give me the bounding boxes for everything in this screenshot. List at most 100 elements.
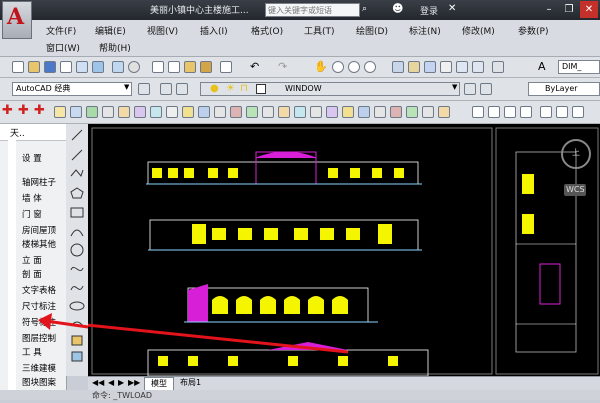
menu-item-stairs[interactable]: 楼梯其他: [22, 238, 66, 251]
drawing-canvas[interactable]: 上 WCS: [88, 124, 600, 376]
match-properties-icon[interactable]: [200, 61, 212, 73]
layer-properties-icon[interactable]: [160, 83, 172, 95]
arc-icon[interactable]: [70, 229, 84, 237]
elevation-drawing-1[interactable]: [146, 151, 422, 185]
tianzheng-tool-icon-25[interactable]: [390, 106, 402, 118]
design-center-icon[interactable]: [408, 61, 420, 73]
zoom-realtime-icon[interactable]: [332, 61, 344, 73]
tianzheng-tool-icon-11[interactable]: [166, 106, 178, 118]
line-icon[interactable]: [71, 129, 83, 141]
viewcube-top-label[interactable]: 上: [572, 147, 580, 158]
minimize-button[interactable]: –: [540, 1, 558, 18]
door-icon[interactable]: [70, 106, 82, 118]
menu-file[interactable]: 文件(F): [46, 24, 76, 37]
ellipse-arc-icon[interactable]: [70, 321, 84, 327]
menu-item-symbol[interactable]: 符号标注: [22, 316, 66, 329]
tianzheng-tool-icon-12[interactable]: [182, 106, 194, 118]
cut-icon[interactable]: [152, 61, 164, 73]
chevron-down-icon[interactable]: ▼: [124, 83, 129, 91]
section-drawing[interactable]: [515, 151, 577, 353]
menu-help[interactable]: 帮助(H): [99, 41, 131, 54]
print-icon[interactable]: [60, 61, 72, 73]
tianzheng-tool-icon-32[interactable]: [520, 106, 532, 118]
window-icon[interactable]: [86, 106, 98, 118]
menu-parametric[interactable]: 参数(P): [518, 24, 548, 37]
menu-tools[interactable]: 工具(T): [304, 24, 335, 37]
sheet-set-icon[interactable]: [440, 61, 452, 73]
redo-icon[interactable]: ↷: [278, 61, 290, 73]
tianzheng-tool-icon-35[interactable]: [572, 106, 584, 118]
menu-insert[interactable]: 插入(I): [200, 24, 228, 37]
polyline-icon[interactable]: [70, 169, 84, 178]
wcs-label[interactable]: WCS: [566, 185, 585, 194]
insert-block-icon[interactable]: [71, 335, 83, 346]
tianzheng-tool-icon-31[interactable]: [504, 106, 516, 118]
tianzheng-tool-icon-28[interactable]: [438, 106, 450, 118]
menu-item-axis-column[interactable]: 轴网柱子: [22, 176, 66, 189]
menu-draw[interactable]: 绘图(D): [356, 24, 388, 37]
design-feed-icon[interactable]: [128, 61, 140, 73]
command-line[interactable]: 命令: _TWLOAD: [0, 390, 600, 400]
tianzheng-tool-icon-10[interactable]: [150, 106, 162, 118]
properties-icon[interactable]: [392, 61, 404, 73]
undo-icon[interactable]: ↶: [250, 61, 262, 73]
menu-item-layer-control[interactable]: 图层控制: [22, 332, 66, 345]
wall-icon[interactable]: [54, 106, 66, 118]
tab-nav-last-icon[interactable]: ▶▶: [128, 378, 140, 387]
new-icon[interactable]: [12, 61, 24, 73]
spline-icon[interactable]: [70, 285, 84, 291]
tianzheng-tool-icon-18[interactable]: [278, 106, 290, 118]
tianzheng-tool-icon-16[interactable]: [246, 106, 258, 118]
zoom-window-icon[interactable]: [348, 61, 360, 73]
tianzheng-tool-icon-7[interactable]: [102, 106, 114, 118]
menu-item-wall[interactable]: 墙 体: [22, 192, 66, 205]
tianzheng-tool-icon-30[interactable]: [488, 106, 500, 118]
tab-model[interactable]: 模型: [144, 377, 174, 391]
tianzheng-tool-icon-21[interactable]: [326, 106, 338, 118]
layer-chevron-down-icon[interactable]: ▼: [452, 83, 457, 91]
revision-cloud-icon[interactable]: [70, 266, 84, 272]
paste-icon[interactable]: [184, 61, 196, 73]
search-icon[interactable]: ⌕: [362, 4, 367, 14]
publish-3d-icon[interactable]: [112, 61, 124, 73]
menu-window[interactable]: 窗口(W): [46, 41, 80, 54]
rectangle-icon[interactable]: [70, 207, 84, 218]
previous-layer-icon[interactable]: [464, 83, 476, 95]
ellipse-icon[interactable]: [69, 301, 85, 311]
tab-nav-prev-icon[interactable]: ◀: [108, 378, 114, 387]
tianzheng-tool-icon-14[interactable]: [214, 106, 226, 118]
menu-item-block-hatch[interactable]: 图块图案: [22, 376, 66, 389]
elevation-drawing-2[interactable]: [148, 219, 422, 251]
menu-item-elevation[interactable]: 立 面: [22, 254, 66, 267]
tab-nav-next-icon[interactable]: ▶: [118, 378, 124, 387]
tianzheng-tool-icon-27[interactable]: [422, 106, 434, 118]
close-button[interactable]: ✕: [580, 1, 598, 18]
workspace-settings-icon[interactable]: [138, 83, 150, 95]
help-icon[interactable]: [492, 61, 504, 73]
markup-icon[interactable]: [456, 61, 468, 73]
tianzheng-tool-icon-9[interactable]: [134, 106, 146, 118]
tianzheng-tool-icon-15[interactable]: [230, 106, 242, 118]
tianzheng-axis-icon[interactable]: ✚: [2, 103, 13, 118]
publish-icon[interactable]: [92, 61, 104, 73]
menu-item-door-window[interactable]: 门 窗: [22, 208, 66, 221]
elevation-drawing-3[interactable]: [184, 284, 378, 323]
pan-icon[interactable]: ✋: [314, 61, 328, 73]
polygon-icon[interactable]: [70, 187, 84, 199]
menu-format[interactable]: 格式(O): [251, 24, 283, 37]
search-input[interactable]: 键入关键字或短语: [265, 3, 360, 17]
menu-item-room-roof[interactable]: 房间屋顶: [22, 224, 66, 237]
calculator-icon[interactable]: [472, 61, 484, 73]
circle-icon[interactable]: [70, 243, 84, 257]
tianzheng-tool-icon-22[interactable]: [342, 106, 354, 118]
tianzheng-tool-icon-33[interactable]: [540, 106, 552, 118]
tianzheng-tool-icon-34[interactable]: [556, 106, 568, 118]
menu-item-3d-modeling[interactable]: 三维建模: [22, 362, 66, 375]
menu-item-tools[interactable]: 工 具: [22, 346, 66, 359]
menu-item-settings[interactable]: 设 置: [22, 152, 66, 165]
copy-icon[interactable]: [168, 61, 180, 73]
column-icon[interactable]: ✚: [18, 103, 29, 118]
tianzheng-tool-icon-19[interactable]: [294, 106, 306, 118]
layer-select[interactable]: WINDOW: [200, 82, 460, 96]
tianzheng-tool-icon-17[interactable]: [262, 106, 274, 118]
